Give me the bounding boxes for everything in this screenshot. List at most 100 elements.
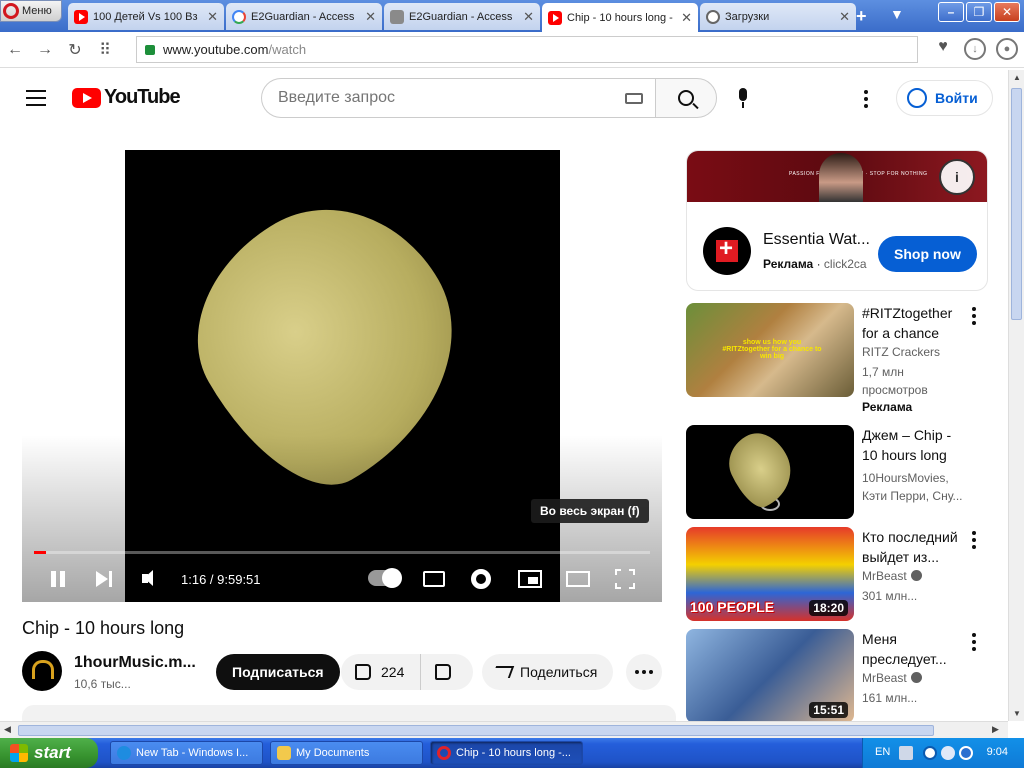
list-item[interactable]: 15:51 Меня преследует... MrBeast 161 млн…: [686, 629, 1008, 721]
player-controls: 1:16 / 9:59:51: [22, 564, 662, 594]
browser-tab[interactable]: E2Guardian - Access ✕: [226, 3, 382, 30]
ad-title[interactable]: Essentia Wat...: [763, 231, 873, 249]
close-icon[interactable]: ✕: [523, 9, 534, 25]
horizontal-scrollbar[interactable]: ◀ ▶: [0, 721, 1008, 738]
sidebar-ad[interactable]: PASSION FOR HYDRATION · STOP FOR NOTHING…: [686, 150, 988, 291]
rec-title[interactable]: Кто последний выйдет из...: [862, 527, 966, 567]
pause-icon[interactable]: [48, 568, 70, 590]
video-duration: 15:51: [809, 702, 848, 718]
microphone-icon[interactable]: [738, 88, 748, 108]
start-button[interactable]: start: [0, 738, 98, 768]
minimize-button[interactable]: –: [938, 2, 964, 22]
dislike-button[interactable]: [421, 664, 451, 680]
forward-arrow-icon[interactable]: →: [30, 41, 60, 59]
scrollbar-thumb[interactable]: [1011, 88, 1022, 320]
back-arrow-icon[interactable]: ←: [0, 41, 30, 59]
essentia-logo-icon[interactable]: [703, 227, 751, 275]
download-icon[interactable]: ↓: [964, 38, 986, 60]
vertical-scrollbar[interactable]: ▲ ▼: [1008, 70, 1024, 721]
scroll-right-arrow-icon[interactable]: ▶: [992, 724, 999, 735]
close-icon[interactable]: ✕: [839, 9, 850, 25]
account-icon[interactable]: ●: [996, 38, 1018, 60]
channel-name[interactable]: 1hourMusic.m...: [74, 654, 196, 672]
video-thumbnail[interactable]: show us how you #RITZtogether for a chan…: [686, 303, 854, 397]
youtube-logo[interactable]: YouTube: [72, 86, 181, 109]
close-icon[interactable]: ✕: [681, 10, 692, 26]
heart-bookmark-icon[interactable]: ♥: [932, 38, 954, 60]
url-field[interactable]: www.youtube.com /watch: [136, 36, 918, 63]
search-input[interactable]: [278, 89, 625, 107]
list-item[interactable]: 100 PEOPLE 18:20 Кто последний выйдет из…: [686, 527, 1008, 621]
miniplayer-icon[interactable]: [518, 570, 542, 588]
subtitles-icon[interactable]: [423, 571, 445, 587]
close-icon[interactable]: ✕: [207, 9, 218, 25]
video-player[interactable]: Во весь экран (f) 1:16 / 9:59:51: [22, 150, 662, 602]
browser-tab[interactable]: E2Guardian - Access ✕: [384, 3, 540, 30]
gear-icon[interactable]: [471, 569, 491, 589]
reload-icon[interactable]: ↻: [60, 40, 90, 60]
url-host: www.youtube.com: [163, 42, 269, 57]
channel-avatar[interactable]: [22, 651, 62, 691]
rec-title[interactable]: Джем – Chip - 10 hours long: [862, 425, 966, 465]
next-icon[interactable]: [94, 568, 116, 590]
taskbar-item[interactable]: New Tab - Windows I...: [110, 741, 263, 765]
subscribe-button[interactable]: Подписаться: [216, 654, 340, 690]
browser-menu-button[interactable]: Меню: [0, 0, 62, 22]
speed-dial-grid-icon[interactable]: ⠿: [90, 40, 120, 60]
browser-tab[interactable]: Загрузки ✕: [700, 3, 856, 30]
menu-hamburger-icon[interactable]: [26, 90, 46, 106]
rec-ad-label: Реклама: [862, 400, 913, 414]
volume-icon[interactable]: [140, 568, 162, 590]
scroll-up-arrow-icon[interactable]: ▲: [1013, 73, 1021, 82]
info-icon[interactable]: i: [939, 159, 975, 195]
taskbar: start New Tab - Windows I... My Document…: [0, 738, 1024, 768]
video-thumbnail[interactable]: [686, 425, 854, 519]
ad-banner-image[interactable]: PASSION FOR HYDRATION · STOP FOR NOTHING…: [687, 151, 987, 202]
more-kebab-icon[interactable]: [972, 307, 976, 325]
tab-label: E2Guardian - Access: [251, 10, 355, 23]
keyboard-icon[interactable]: [625, 92, 643, 104]
language-indicator[interactable]: EN: [875, 746, 890, 758]
more-actions-button[interactable]: [626, 654, 662, 690]
autoplay-toggle[interactable]: [368, 568, 402, 588]
settings-kebab-icon[interactable]: [864, 90, 868, 108]
more-kebab-icon[interactable]: [972, 531, 976, 549]
close-icon[interactable]: ✕: [365, 9, 376, 25]
fullscreen-tooltip: Во весь экран (f): [531, 499, 649, 523]
browser-tab[interactable]: 100 Детей Vs 100 Вз ✕: [68, 3, 224, 30]
scrollbar-thumb[interactable]: [18, 725, 934, 736]
fullscreen-icon[interactable]: [615, 569, 635, 589]
opera-icon: [437, 746, 451, 760]
taskbar-item[interactable]: My Documents: [270, 741, 423, 765]
verified-check-icon: [910, 570, 922, 581]
chevron-icon[interactable]: [923, 746, 937, 760]
window-close-button[interactable]: ✕: [994, 2, 1020, 22]
list-item[interactable]: Джем – Chip - 10 hours long 10HoursMovie…: [686, 425, 1008, 519]
youtube-icon: [74, 9, 88, 24]
taskbar-item-active[interactable]: Chip - 10 hours long -...: [430, 741, 583, 765]
rec-title[interactable]: Меня преследует...: [862, 629, 966, 669]
video-thumbnail[interactable]: 100 PEOPLE 18:20: [686, 527, 854, 621]
maximize-button[interactable]: ❐: [966, 2, 992, 22]
download-icon: [706, 9, 720, 24]
more-kebab-icon[interactable]: [972, 633, 976, 651]
progress-bar[interactable]: [34, 551, 650, 554]
rec-title[interactable]: #RITZtogether for a chance to...: [862, 303, 966, 343]
search-button[interactable]: [655, 78, 717, 118]
scroll-down-arrow-icon[interactable]: ▼: [1013, 709, 1021, 718]
tab-list-chevron-icon[interactable]: ▼: [890, 6, 904, 22]
signin-button[interactable]: Войти: [896, 80, 993, 116]
browser-tab-active[interactable]: Chip - 10 hours long - ✕: [542, 3, 698, 32]
scroll-left-arrow-icon[interactable]: ◀: [4, 724, 11, 735]
new-tab-plus-icon[interactable]: +: [856, 6, 867, 27]
video-thumbnail[interactable]: 15:51: [686, 629, 854, 721]
shop-now-button[interactable]: Shop now: [878, 236, 977, 272]
network-icon[interactable]: [941, 746, 955, 760]
share-button[interactable]: Поделиться: [482, 654, 614, 690]
thumbs-up-icon: [355, 664, 371, 680]
list-item[interactable]: show us how you #RITZtogether for a chan…: [686, 303, 1008, 414]
keyboard-icon[interactable]: [899, 746, 913, 760]
security-icon[interactable]: [959, 746, 973, 760]
like-button[interactable]: 224: [341, 654, 421, 690]
theater-mode-icon[interactable]: [566, 571, 590, 587]
